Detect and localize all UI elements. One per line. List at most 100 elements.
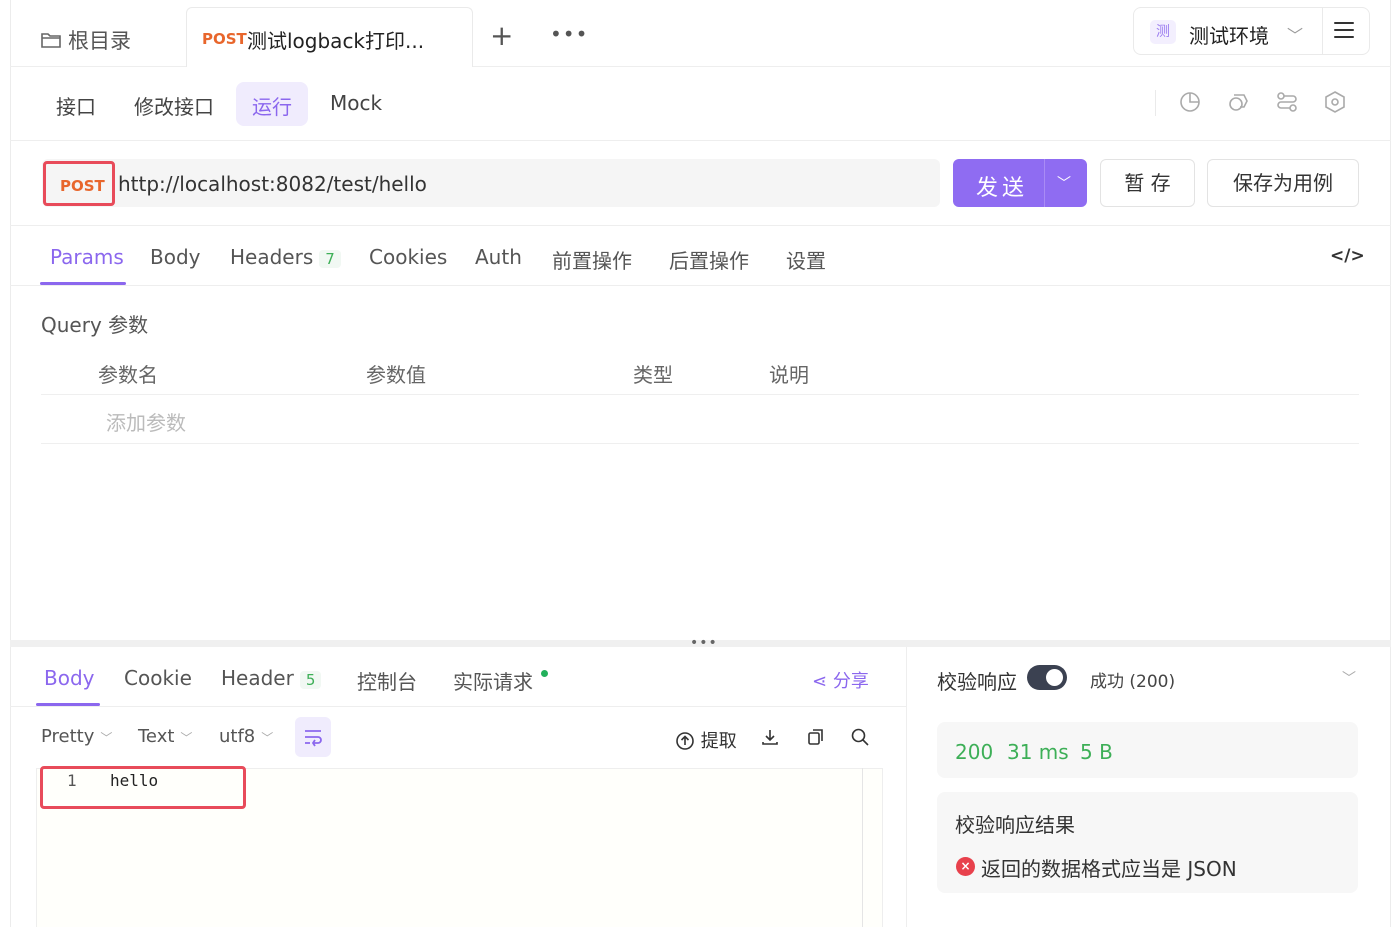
divider: [10, 140, 1391, 141]
wrap-toggle-button[interactable]: [295, 717, 331, 757]
editor-scrollbar[interactable]: [862, 768, 863, 927]
environment-divider: [1322, 8, 1323, 54]
upload-circle-icon: [676, 732, 694, 750]
column-header-description: 说明: [769, 363, 809, 387]
format-value: Pretty: [41, 726, 95, 747]
type-value: Text: [138, 726, 175, 747]
divider: [10, 285, 1391, 286]
save-temp-button[interactable]: 暂 存: [1100, 159, 1195, 207]
encoding-value: utf8: [219, 726, 256, 747]
url-input[interactable]: http://localhost:8082/test/hello: [118, 172, 427, 196]
send-chevron-down-icon[interactable]: ﹀: [1057, 173, 1071, 193]
subnav-item-run[interactable]: 运行: [236, 82, 308, 126]
response-stats-box: [937, 722, 1358, 778]
tab-method-badge: POST: [202, 30, 247, 48]
pie-chart-icon[interactable]: [1178, 90, 1202, 114]
chevron-down-icon[interactable]: ﹀: [1342, 668, 1356, 688]
tab-cookies[interactable]: Cookies: [369, 245, 447, 269]
settings-hex-icon[interactable]: [1323, 90, 1347, 114]
chevron-down-icon: ﹀: [180, 731, 193, 745]
share-icon: ⋖: [812, 671, 828, 692]
response-tab-actual-request[interactable]: 实际请求: [453, 666, 548, 695]
add-tab-icon[interactable]: +: [490, 22, 513, 50]
tab-post-operations[interactable]: 后置操作: [669, 245, 749, 274]
send-divider: [1044, 159, 1045, 207]
active-document-tab[interactable]: POST 测试logback打印...: [186, 7, 473, 67]
root-directory-label: 根目录: [68, 29, 131, 53]
send-button[interactable]: 发送 ﹀: [953, 159, 1087, 207]
headers-count-badge: 7: [319, 250, 341, 268]
response-tab-header[interactable]: Header 5: [221, 666, 322, 690]
folder-icon: [41, 33, 61, 48]
response-tab-console[interactable]: 控制台: [357, 666, 417, 695]
copy-shapes-icon[interactable]: [1227, 90, 1251, 114]
environment-icon: 测: [1150, 20, 1176, 44]
column-header-type: 类型: [633, 363, 673, 387]
sub-navigation: 接口 修改接口 运行 Mock: [40, 82, 404, 126]
table-divider: [41, 443, 1359, 444]
error-icon: ×: [956, 857, 975, 876]
copy-icon[interactable]: [806, 727, 826, 747]
tab-params[interactable]: Params: [50, 245, 124, 269]
toolbar-divider: [1155, 90, 1156, 116]
column-header-value: 参数值: [366, 363, 426, 387]
extract-label: 提取: [700, 731, 737, 752]
add-param-input[interactable]: 添加参数: [106, 407, 186, 436]
response-tab-body[interactable]: Body: [44, 666, 95, 690]
divider: [10, 225, 1391, 226]
response-tab-actual-request-label: 实际请求: [453, 670, 533, 694]
menu-icon[interactable]: [1334, 22, 1354, 43]
validate-response-label: 校验响应: [937, 670, 1017, 694]
tab-auth[interactable]: Auth: [475, 245, 522, 269]
subnav-item-mock[interactable]: Mock: [314, 82, 398, 126]
format-select[interactable]: Pretty ﹀: [41, 726, 112, 747]
response-tab-header-label: Header: [221, 666, 294, 690]
response-header-count-badge: 5: [299, 671, 322, 689]
response-tab-cookie[interactable]: Cookie: [124, 666, 192, 690]
validation-result-title: 校验响应结果: [955, 813, 1075, 837]
response-size: 5 B: [1080, 740, 1113, 764]
validate-response-toggle[interactable]: [1027, 665, 1067, 690]
tab-title: 测试logback打印...: [247, 29, 425, 53]
download-icon[interactable]: [760, 727, 780, 747]
chevron-down-icon: ﹀: [100, 731, 113, 745]
environment-label: 测试环境: [1189, 24, 1269, 48]
wrap-lines-icon: [305, 730, 322, 747]
environment-selector[interactable]: 测 测试环境 ﹀: [1133, 7, 1370, 55]
extract-button[interactable]: 提取: [675, 727, 737, 753]
flow-icon[interactable]: [1275, 90, 1299, 114]
expected-status-select[interactable]: 成功 (200): [1090, 667, 1175, 692]
tab-body[interactable]: Body: [150, 245, 201, 269]
tab-pre-operations[interactable]: 前置操作: [552, 245, 632, 274]
table-divider: [41, 394, 1359, 395]
query-params-title: Query 参数: [41, 313, 149, 337]
code-icon[interactable]: </>: [1330, 246, 1365, 266]
share-label: 分享: [832, 671, 869, 692]
panel-divider: [906, 647, 907, 927]
subnav-item-api[interactable]: 接口: [40, 82, 112, 126]
drag-handle-icon[interactable]: •••: [690, 635, 718, 651]
root-directory-tab[interactable]: 根目录: [40, 25, 131, 55]
method-label: POST: [60, 177, 105, 195]
save-as-case-button[interactable]: 保存为用例: [1207, 159, 1359, 207]
search-icon[interactable]: [850, 727, 870, 747]
column-header-name: 参数名: [98, 363, 158, 387]
validation-error-message: 返回的数据格式应当是 JSON: [981, 857, 1237, 881]
chevron-down-icon: ﹀: [261, 731, 274, 745]
subnav-item-edit-api[interactable]: 修改接口: [118, 82, 230, 126]
status-dot: [541, 670, 548, 677]
tab-headers[interactable]: Headers 7: [230, 245, 341, 269]
share-button[interactable]: ⋖ 分享: [812, 667, 869, 693]
tab-headers-label: Headers: [230, 245, 314, 269]
encoding-select[interactable]: utf8 ﹀: [219, 726, 273, 747]
tab-settings[interactable]: 设置: [786, 245, 826, 274]
toggle-knob: [1046, 669, 1063, 686]
response-time: 31 ms: [1007, 740, 1069, 764]
chevron-down-icon: ﹀: [1287, 26, 1304, 45]
type-select[interactable]: Text ﹀: [138, 726, 192, 747]
more-tabs-icon[interactable]: •••: [550, 22, 588, 46]
method-selector[interactable]: POST: [43, 161, 115, 206]
highlight-annotation: [40, 766, 246, 809]
status-code: 200: [955, 740, 994, 764]
send-label: 发送: [976, 176, 1029, 201]
